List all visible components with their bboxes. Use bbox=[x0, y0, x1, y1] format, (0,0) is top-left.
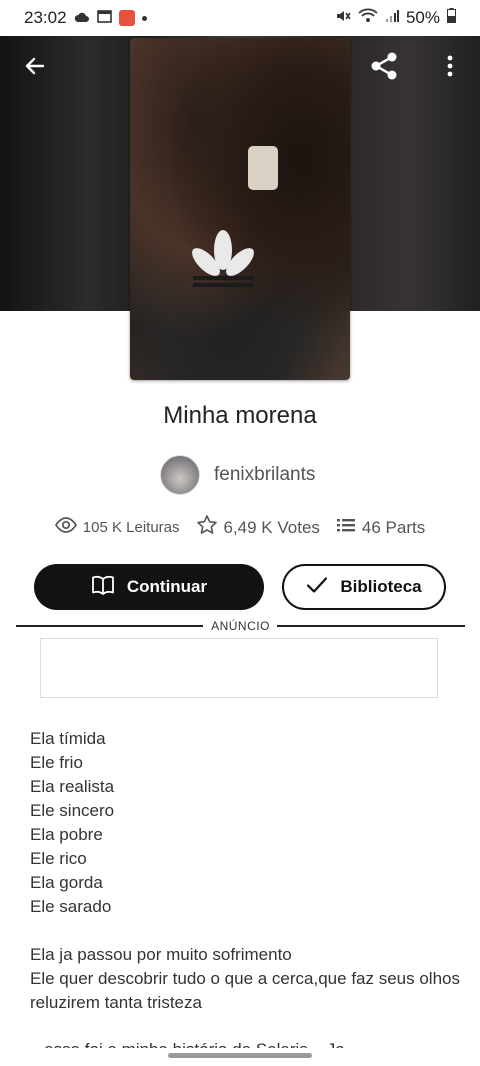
library-button[interactable]: Biblioteca bbox=[282, 564, 446, 610]
ad-banner[interactable] bbox=[40, 638, 438, 698]
description-line: Ela realista bbox=[30, 777, 115, 796]
description-line: Ele quer descobrir tudo o que a cerca,qu… bbox=[30, 969, 460, 988]
ad-divider-line-right bbox=[277, 625, 465, 627]
stat-parts: 46 Parts bbox=[336, 514, 425, 541]
description-line: Ela pobre bbox=[30, 825, 103, 844]
story-cover-image[interactable] bbox=[130, 38, 350, 380]
description-line: Ele frio bbox=[30, 753, 83, 772]
battery-percent: 50% bbox=[405, 8, 440, 27]
share-button[interactable] bbox=[364, 48, 404, 88]
battery-icon bbox=[447, 8, 456, 28]
arrow-left-icon bbox=[23, 54, 47, 83]
description-line: Ele sarado bbox=[30, 897, 112, 916]
story-description: Ela tímida Ele frio Ela realista Ele sin… bbox=[30, 727, 460, 1015]
calendar-icon bbox=[96, 8, 112, 28]
continue-reading-button[interactable]: Continuar bbox=[34, 564, 264, 610]
status-time: 23:02 bbox=[24, 8, 67, 27]
signal-icon bbox=[385, 8, 399, 28]
reads-count: 105 K Leituras bbox=[82, 519, 180, 536]
dot-icon bbox=[141, 15, 147, 21]
parts-count: 46 Parts bbox=[361, 517, 426, 537]
cloud-icon bbox=[74, 8, 90, 28]
description-line: Ela ja passou por muito sofrimento bbox=[30, 945, 292, 964]
list-icon bbox=[336, 517, 356, 538]
description-line: Ela gorda bbox=[30, 873, 103, 892]
author-link[interactable]: fenixbrilants bbox=[160, 455, 315, 495]
trefoil-logo-icon bbox=[192, 230, 254, 287]
more-vertical-icon bbox=[447, 54, 453, 83]
author-avatar[interactable] bbox=[160, 455, 200, 495]
description-line: Ela tímida bbox=[30, 729, 106, 748]
app-icon bbox=[118, 10, 135, 26]
gesture-nav-handle[interactable] bbox=[168, 1053, 312, 1058]
checkmark-icon bbox=[306, 576, 328, 599]
eye-icon bbox=[54, 517, 77, 538]
status-bar: 23:02 50% bbox=[0, 0, 480, 36]
ad-divider: ANÚNCIO bbox=[16, 618, 465, 634]
stat-votes: 6,49 K Votes bbox=[196, 514, 320, 541]
continue-label: Continuar bbox=[126, 577, 208, 596]
cover-phone-shape bbox=[248, 146, 278, 190]
wifi-icon bbox=[358, 8, 378, 28]
description-line: reluzirem tanta tristeza bbox=[30, 993, 202, 1012]
back-button[interactable] bbox=[15, 48, 55, 88]
description-line: Ele rico bbox=[30, 849, 87, 868]
more-menu-button[interactable] bbox=[430, 48, 470, 88]
story-title: Minha morena bbox=[163, 402, 317, 429]
votes-count: 6,49 K Votes bbox=[223, 517, 320, 537]
story-stats: 105 K Leituras 6,49 K Votes 46 Parts bbox=[0, 514, 480, 541]
star-icon bbox=[196, 514, 218, 541]
stat-reads: 105 K Leituras bbox=[54, 514, 180, 541]
author-name[interactable]: fenixbrilants bbox=[214, 464, 315, 486]
share-icon bbox=[368, 50, 400, 87]
mute-icon bbox=[335, 8, 351, 29]
open-book-icon bbox=[91, 575, 115, 600]
description-cut-off-line: ...essa foi a minha história de Solaris … bbox=[30, 1038, 460, 1048]
description-line: Ele sincero bbox=[30, 801, 115, 820]
library-label: Biblioteca bbox=[340, 577, 422, 596]
